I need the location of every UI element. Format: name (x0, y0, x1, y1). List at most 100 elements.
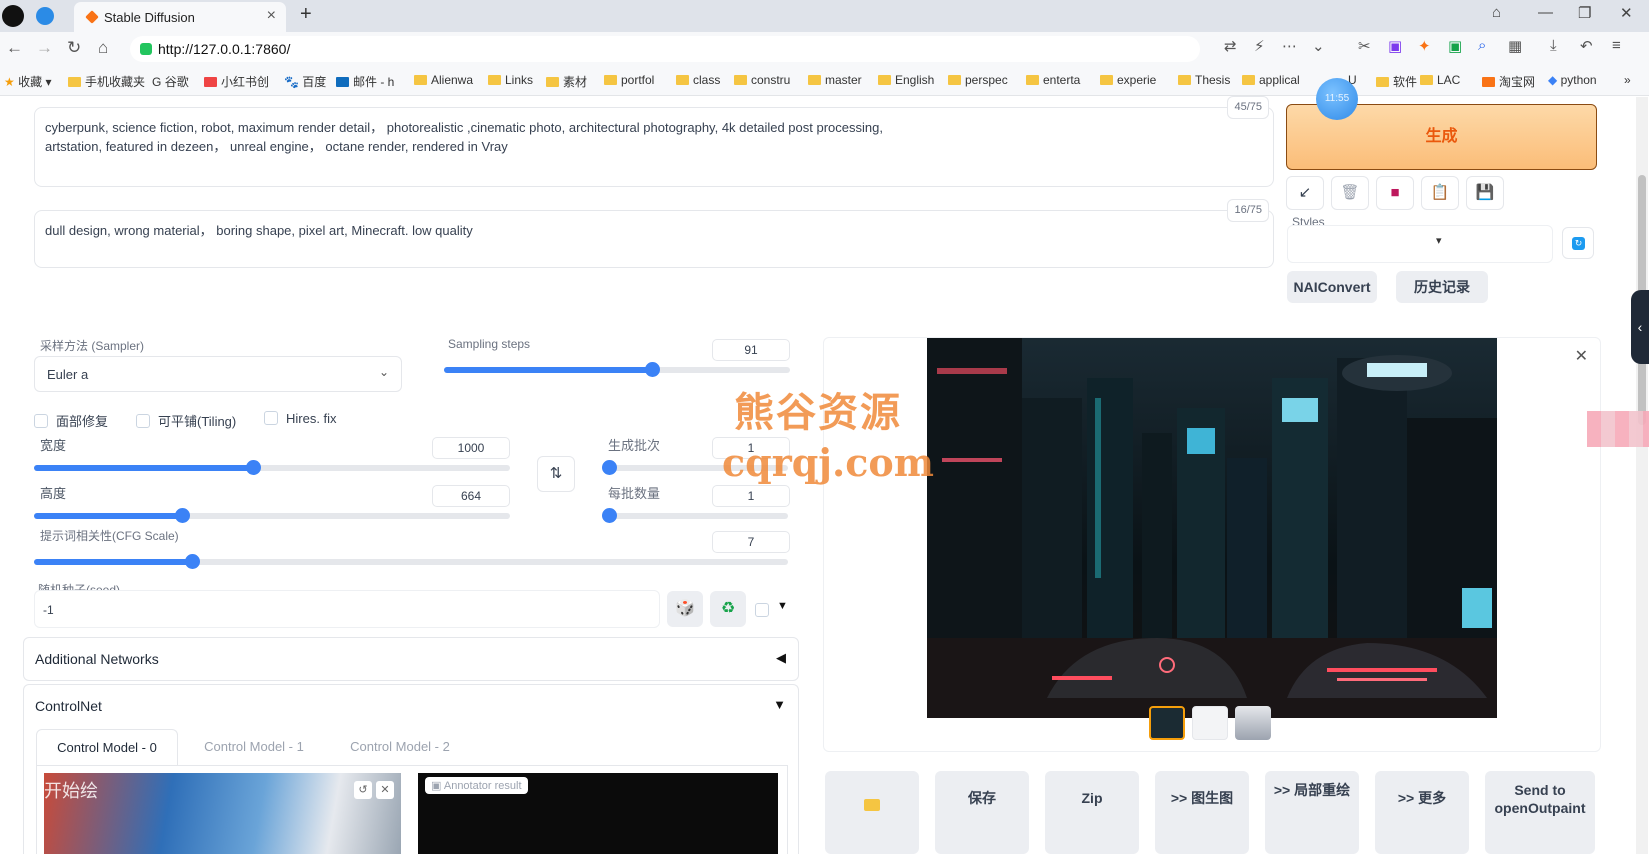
tab-control-model-2[interactable]: Control Model - 2 (330, 729, 470, 765)
send-to-openoutpaint-button[interactable]: Send to openOutpaint (1485, 771, 1595, 854)
positive-prompt-textarea[interactable]: 45/75 cyberpunk, science fiction, robot,… (34, 96, 1274, 187)
bookmark-item[interactable]: portfol (604, 73, 654, 87)
send-to-img2img-button[interactable]: >> 图生图 (1155, 771, 1249, 854)
bookmark-item[interactable]: English (878, 73, 934, 87)
lightning-icon[interactable]: ⚡ (1254, 37, 1265, 55)
steps-slider[interactable] (444, 362, 790, 377)
send-to-inpaint-button[interactable]: >> 局部重绘 (1265, 771, 1359, 854)
extra-seed-checkbox[interactable] (755, 603, 769, 617)
search-icon[interactable]: ⌕ (1478, 37, 1486, 54)
bookmark-item[interactable]: perspec (948, 73, 1008, 87)
tab-control-model-1[interactable]: Control Model - 1 (184, 729, 324, 765)
bookmark-item[interactable]: LAC (1420, 73, 1460, 87)
extra-networks-button[interactable]: ■ (1376, 176, 1414, 210)
back-icon[interactable]: ← (6, 38, 23, 58)
gallery-thumb-2[interactable] (1192, 706, 1228, 740)
bookmark-item[interactable]: 小红书创 (204, 73, 269, 90)
home-icon[interactable]: ⌂ (98, 38, 108, 58)
window-close-icon[interactable]: ✕ (1620, 4, 1633, 22)
bookmark-item[interactable]: 手机收藏夹 (68, 73, 145, 90)
translate-icon[interactable]: ⇄ (1224, 37, 1237, 55)
bookmark-item[interactable]: 🐾 百度 (284, 73, 326, 90)
scissors-icon[interactable]: ✂ (1358, 37, 1371, 55)
minimize-icon[interactable]: — (1538, 4, 1553, 21)
bookmark-item[interactable]: 软件 (1376, 73, 1417, 90)
slider-knob[interactable] (174, 508, 190, 523)
extension-purple-icon[interactable]: ▣ (1388, 37, 1402, 55)
width-number-input[interactable]: 1000 (432, 437, 510, 459)
reload-icon[interactable]: ↻ (67, 38, 81, 58)
bookmark-item[interactable]: Alienwa (414, 73, 473, 87)
bookmark-favorites[interactable]: ★ 收藏 ▾ (4, 73, 51, 90)
close-preview-icon[interactable]: ✕ (1575, 346, 1588, 366)
slider-knob[interactable] (245, 460, 261, 475)
tab-close-icon[interactable]: × (267, 7, 276, 25)
bookmark-item[interactable]: G 谷歌 (152, 73, 189, 90)
bookmarks-overflow-icon[interactable]: » (1624, 73, 1631, 87)
tab-stable-diffusion[interactable]: Stable Diffusion × (74, 2, 286, 32)
negative-prompt-textarea[interactable]: 16/75 dull design, wrong material， borin… (34, 199, 1274, 268)
tab-control-model-0[interactable]: Control Model - 0 (36, 729, 178, 765)
bookmark-item[interactable]: Links (488, 73, 533, 87)
bookmark-item[interactable]: applical (1242, 73, 1300, 87)
save-style-button[interactable]: 💾 (1466, 176, 1504, 210)
side-panel-toggle[interactable]: ‹ (1631, 290, 1649, 364)
more-dots-icon[interactable]: ⋯ (1282, 37, 1297, 55)
styles-dropdown[interactable]: ▾ (1287, 225, 1553, 263)
bookmark-item[interactable]: Thesis (1178, 73, 1230, 87)
new-tab-icon[interactable]: + (300, 3, 312, 26)
zip-button[interactable]: Zip (1045, 771, 1139, 854)
restore-icon[interactable]: ❐ (1578, 4, 1591, 22)
height-slider[interactable] (34, 508, 510, 523)
hires-fix-checkbox[interactable]: Hires. fix (264, 411, 337, 426)
gallery-thumb-3[interactable] (1235, 706, 1271, 740)
swap-dimensions-button[interactable]: ⇅ (537, 456, 575, 492)
read-params-button[interactable]: ↙ (1286, 176, 1324, 210)
history-button[interactable]: 历史记录 (1396, 271, 1488, 303)
bookmark-item[interactable]: experie (1100, 73, 1156, 87)
sampler-dropdown[interactable]: Euler a ⌄ (34, 356, 402, 392)
menu-icon[interactable]: ≡ (1612, 37, 1621, 54)
slider-knob[interactable] (602, 460, 617, 475)
address-bar[interactable]: http://127.0.0.1:7860/ (130, 36, 1200, 62)
apps-grid-icon[interactable]: ▦ (1508, 37, 1522, 55)
bookmark-item[interactable]: 淘宝网 (1482, 73, 1535, 90)
generated-cyberpunk-image[interactable] (927, 338, 1497, 718)
seed-input[interactable]: -1 (34, 590, 660, 628)
save-button[interactable]: 保存 (935, 771, 1029, 854)
undo-icon[interactable]: ↶ (1580, 37, 1593, 55)
height-number-input[interactable]: 664 (432, 485, 510, 507)
slider-knob[interactable] (602, 508, 617, 523)
additional-networks-accordion[interactable]: Additional Networks ◀ (23, 637, 799, 681)
bookmark-item[interactable]: class (676, 73, 720, 87)
extra-seed-toggle-icon[interactable]: ▼ (777, 600, 788, 612)
cfg-slider[interactable] (34, 554, 788, 569)
bookmark-item[interactable]: ◆ python (1548, 73, 1597, 87)
extension-green-icon[interactable]: ▣ (1448, 37, 1462, 55)
reuse-seed-button[interactable]: ♻ (710, 591, 746, 627)
game-icon[interactable]: ✦ (1418, 37, 1431, 55)
reset-image-icon[interactable]: ↺ (354, 781, 372, 799)
send-to-extras-button[interactable]: >> 更多 (1375, 771, 1469, 854)
naiconvert-button[interactable]: NAIConvert (1287, 271, 1377, 303)
bookmark-item[interactable]: constru (734, 73, 790, 87)
face-restore-checkbox[interactable]: 面部修复 (34, 411, 108, 430)
tiling-checkbox[interactable]: 可平铺(Tiling) (136, 411, 236, 430)
bookmark-item[interactable]: 素材 (546, 73, 587, 90)
cfg-number-input[interactable]: 7 (712, 531, 790, 553)
browser-logo-icon[interactable] (2, 5, 24, 27)
clear-prompt-button[interactable]: 🗑 (1331, 176, 1369, 210)
floating-clock-badge[interactable]: 11:55 (1316, 78, 1358, 120)
download-icon[interactable]: ⤓ (1550, 37, 1557, 54)
steps-number-input[interactable]: 91 (712, 339, 790, 361)
batch-size-input[interactable]: 1 (712, 485, 790, 507)
dropdown-icon[interactable]: ⌄ (1312, 37, 1325, 55)
apply-style-button[interactable]: 📋 (1421, 176, 1459, 210)
shirt-icon[interactable]: ⌂ (1492, 4, 1501, 21)
bookmark-item[interactable]: master (808, 73, 862, 87)
bookmark-item[interactable]: enterta (1026, 73, 1080, 87)
random-seed-button[interactable]: 🎲 (667, 591, 703, 627)
width-slider[interactable] (34, 460, 510, 475)
slider-knob[interactable] (644, 362, 660, 377)
slider-knob[interactable] (185, 554, 201, 569)
